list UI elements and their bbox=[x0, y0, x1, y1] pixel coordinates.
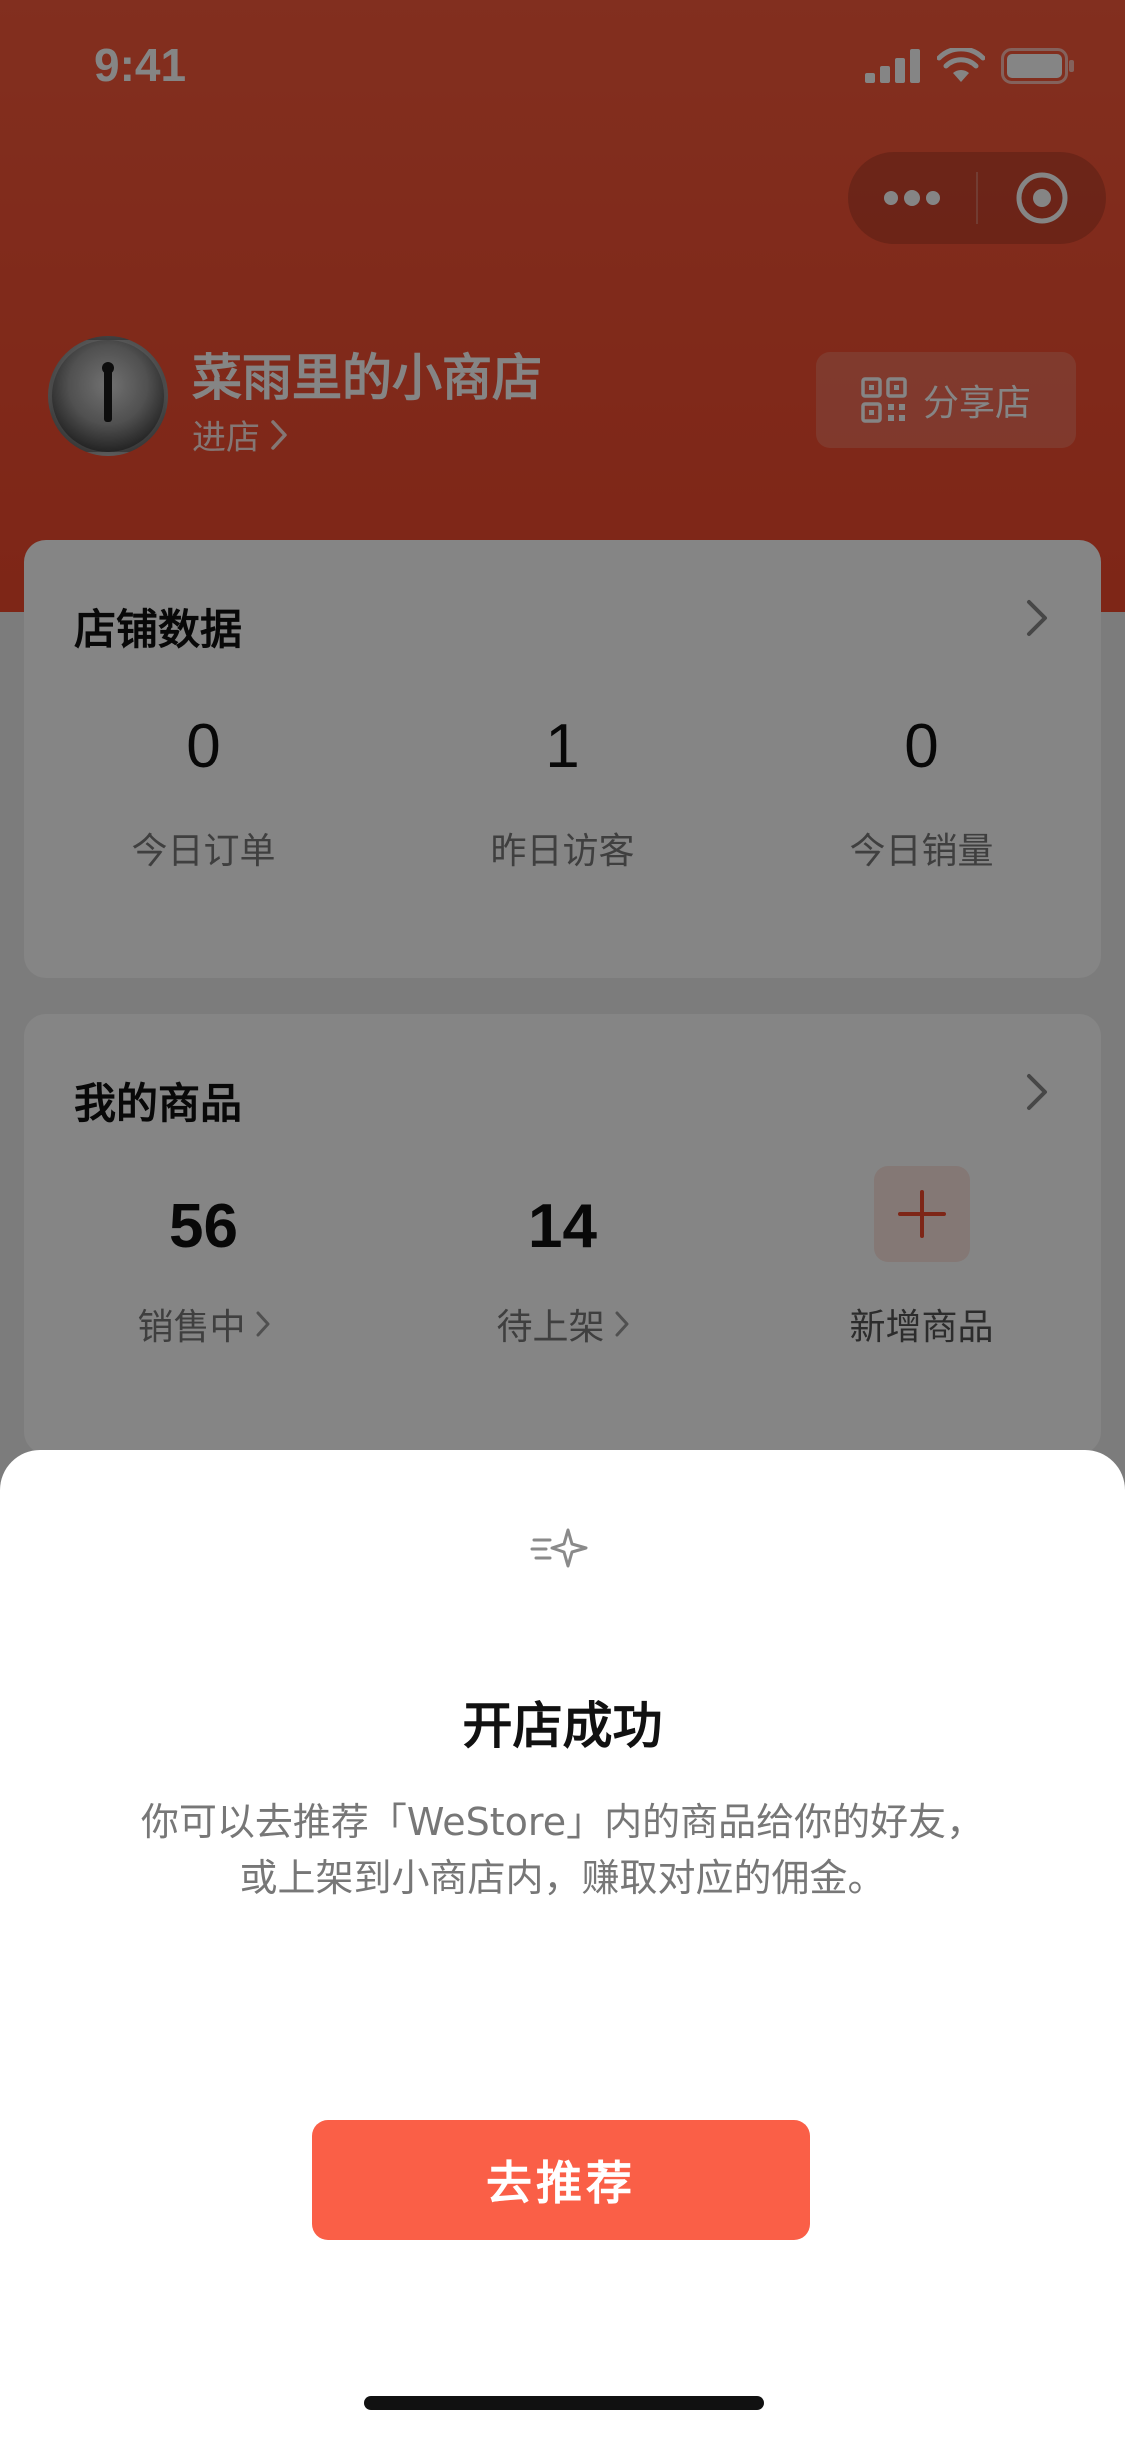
screen: 9:41 菜雨里的小商店 进店 分享店 店铺数据 0 今日订单 1 昨日访客 0… bbox=[0, 0, 1125, 2442]
sparkle-icon bbox=[530, 1528, 588, 1568]
sheet-description: 你可以去推荐「WeStore」内的商品给你的好友， 或上架到小商店内，赚取对应的… bbox=[80, 1794, 1045, 1906]
sheet-desc-line: 你可以去推荐「WeStore」内的商品给你的好友， bbox=[140, 1800, 985, 1844]
success-sheet: 开店成功 你可以去推荐「WeStore」内的商品给你的好友， 或上架到小商店内，… bbox=[0, 1450, 1125, 2442]
sheet-title: 开店成功 bbox=[462, 1697, 663, 1755]
home-indicator bbox=[364, 2396, 764, 2410]
go-recommend-button[interactable]: 去推荐 bbox=[312, 2120, 810, 2240]
sheet-desc-line: 或上架到小商店内，赚取对应的佣金。 bbox=[239, 1856, 886, 1900]
